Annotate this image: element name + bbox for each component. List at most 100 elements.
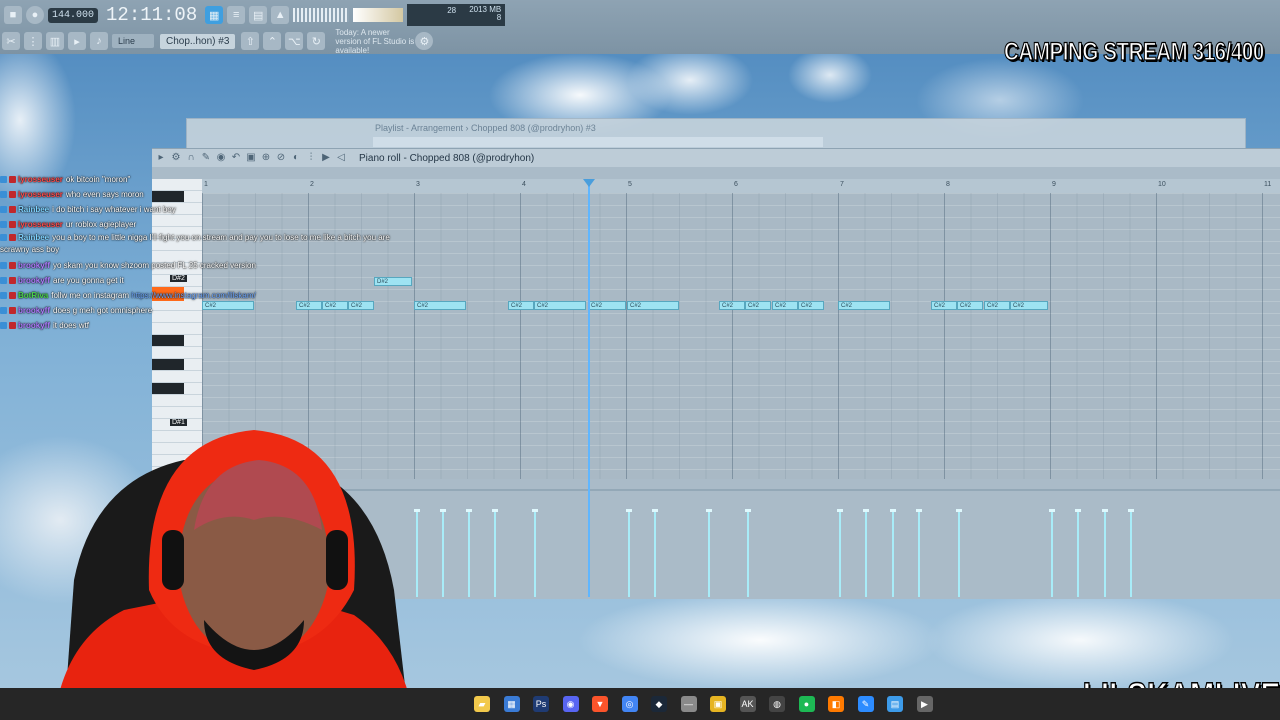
box-icon[interactable]: ▣ [710,696,726,712]
midi-note[interactable]: C#2 [745,301,771,310]
discord-icon[interactable]: ◉ [562,696,579,712]
photoshop-icon[interactable]: Ps [533,696,549,712]
mixer-icon[interactable]: ≡ [227,6,246,24]
edit-icon[interactable]: ✎ [857,696,874,712]
files-icon[interactable]: ▤ [887,696,903,712]
velocity-bar[interactable] [492,509,498,597]
velocity-bar[interactable] [956,509,962,597]
velocity-bar[interactable] [1049,509,1055,597]
chrome-icon[interactable]: ◎ [621,696,638,712]
velocity-bar[interactable] [414,509,420,597]
playhead[interactable] [588,183,590,597]
magnet-icon[interactable]: ∩ [185,152,197,164]
velocity-bar[interactable] [916,509,922,597]
velocity-bar[interactable] [1128,509,1134,597]
cpu-value: 28 [447,6,457,15]
chat-badge-icon [0,262,7,270]
chat-text: ok bitcoin "moron" [65,175,131,184]
playlist-title: Playlist - Arrangement › Chopped 808 (@p… [375,123,596,133]
velocity-bar[interactable] [652,509,658,597]
update-hint[interactable]: Today: A newer version of FL Studio is a… [335,28,415,55]
velocity-bar[interactable] [1075,509,1081,597]
velocity-bar[interactable] [440,509,446,597]
menu-arrow-icon[interactable]: ▸ [155,152,167,164]
black-key[interactable] [152,335,184,346]
media-icon[interactable]: ▶ [916,696,933,712]
chat-link[interactable]: https://www.instagram.com/lilskam/ [129,291,255,300]
playlist-window[interactable]: Playlist - Arrangement › Chopped 808 (@p… [186,118,1246,150]
cut-icon[interactable]: ✂ [2,32,20,50]
midi-note[interactable]: C#2 [984,301,1010,310]
record-button[interactable]: ● [26,6,44,24]
playlist-scrollbar[interactable] [373,137,823,147]
pattern-mode-icon[interactable]: ▦ [205,6,224,24]
microphone-icon[interactable]: ♪ [90,32,108,50]
shift-icon[interactable]: ⇧ [241,32,260,50]
tempo-display[interactable]: 144.000 [48,7,99,23]
steam-icon[interactable]: ◆ [651,696,667,712]
midi-note[interactable]: C#2 [798,301,824,310]
ctrl-icon[interactable]: ⌃ [263,32,282,50]
midi-note[interactable]: C#2 [957,301,983,310]
folder-icon[interactable]: ▰ [474,696,490,712]
chat-message: brookyff it does wtf [0,318,420,333]
pattern-select[interactable]: Chop..hon) #3 [160,33,236,49]
velocity-bar[interactable] [745,509,751,597]
midi-note[interactable]: C#2 [627,301,679,310]
chat-text: are you gonna get it [53,276,124,285]
slice-icon[interactable]: ⫶ [305,152,317,164]
snap-select[interactable]: Line [112,34,154,48]
velocity-bar[interactable] [837,509,843,597]
velocity-bar[interactable] [890,509,896,597]
select-icon[interactable]: ▣ [245,152,257,164]
chat-text: it does wtf [53,321,90,330]
midi-note[interactable]: C#2 [414,301,466,310]
midi-note[interactable]: C#2 [772,301,798,310]
velocity-bar[interactable] [863,509,869,597]
velocity-bar[interactable] [1102,509,1108,597]
mixer-toggle-icon[interactable]: ⋮ [24,32,42,50]
playlist-icon[interactable]: ▸ [68,32,86,50]
black-key[interactable] [152,383,184,394]
midi-note[interactable]: C#2 [719,301,745,310]
brave-icon[interactable]: ▼ [592,696,608,712]
wrench-icon[interactable]: ⚙ [170,152,182,164]
obs-icon[interactable]: ◍ [769,696,785,712]
mute-icon[interactable]: ◐ [290,152,302,164]
black-key[interactable] [152,359,184,370]
refresh-icon[interactable]: ↻ [307,32,326,50]
midi-note[interactable]: C#2 [534,301,586,310]
midi-note[interactable]: C#2 [588,301,626,310]
brush-icon[interactable]: ◉ [215,152,227,164]
speaker-icon[interactable]: ◁ [335,152,347,164]
ak-icon[interactable]: AK [739,696,756,712]
undo-icon[interactable]: ↶ [230,152,242,164]
bar-number: 6 [734,181,738,188]
stop-button[interactable]: ■ [4,6,22,24]
chat-badge-icon [9,307,16,315]
dash-icon[interactable]: — [680,696,697,712]
chat-badge-icon [9,234,16,242]
store-icon[interactable]: ▦ [503,696,520,712]
channel-rack-icon[interactable]: ▤ [249,6,268,24]
velocity-bar[interactable] [466,509,472,597]
velocity-bar[interactable] [532,509,538,597]
update-icon[interactable]: ⚙ [415,32,434,50]
pencil-icon[interactable]: ✎ [200,152,212,164]
metronome-icon[interactable]: ▲ [271,6,290,24]
piano-icon[interactable]: ▥ [46,32,64,50]
play-icon[interactable]: ▶ [320,152,332,164]
playhead-marker[interactable] [583,179,595,187]
midi-note[interactable]: C#2 [838,301,890,310]
alt-icon[interactable]: ⌥ [285,32,304,50]
delete-icon[interactable]: ⊘ [275,152,287,164]
velocity-bar[interactable] [626,509,632,597]
fl-studio-icon[interactable]: ◧ [828,696,844,712]
velocity-bar[interactable] [706,509,712,597]
midi-note[interactable]: C#2 [931,301,957,310]
chat-badge-icon [0,277,7,285]
spotify-icon[interactable]: ● [798,696,815,712]
midi-note[interactable]: C#2 [1010,301,1048,310]
zoom-icon[interactable]: ⊕ [260,152,272,164]
midi-note[interactable]: C#2 [508,301,534,310]
